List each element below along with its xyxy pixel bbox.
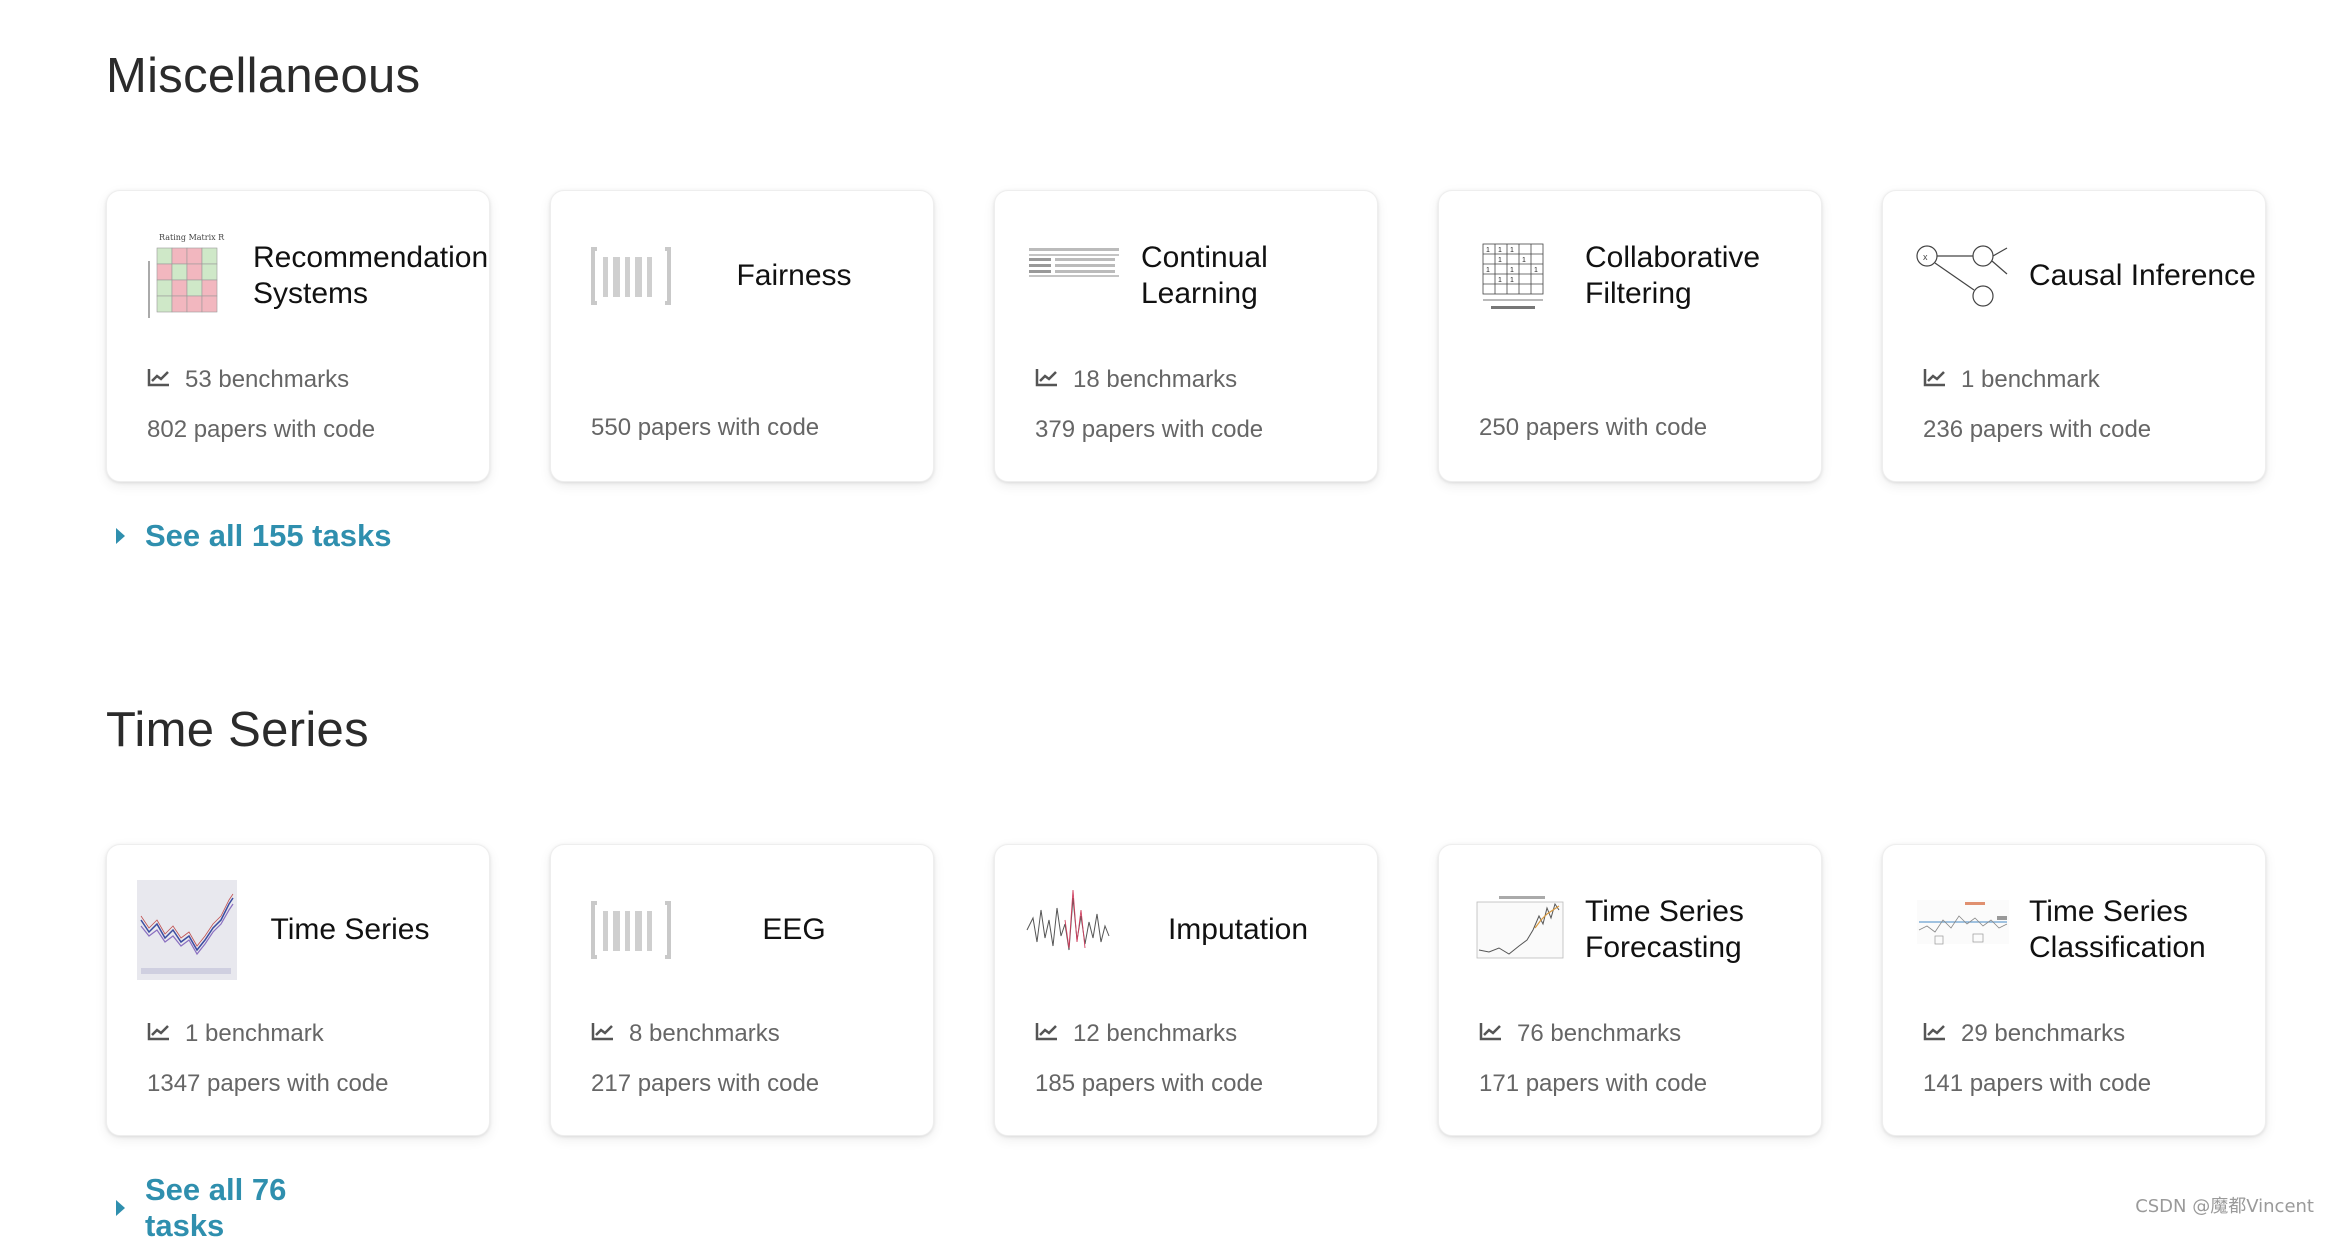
card-header: Continual Learning (1025, 221, 1371, 331)
task-card-fairness[interactable]: Fairness 550 papers with code (550, 190, 934, 482)
benchmarks-count: 8 benchmarks (591, 1020, 780, 1048)
task-name: Fairness (736, 259, 852, 292)
chart-line-icon (1035, 366, 1059, 394)
watermark: CSDN @魔都Vincent (2135, 1196, 2314, 1217)
task-name: EEG (762, 913, 826, 946)
card-header: Rating Matrix R Recommendation Systems (137, 221, 488, 331)
card-header: Imputation (1025, 875, 1371, 985)
task-cards: Rating Matrix R Recommendation Systems 5… (106, 190, 2266, 482)
card-header: Time Series (137, 875, 483, 985)
svg-text:1: 1 (1510, 247, 1514, 254)
chart-line-icon (1923, 1020, 1947, 1048)
papers-count: 550 papers with code (591, 414, 820, 441)
task-name: Recommendation Systems (253, 241, 489, 310)
papers-count: 171 papers with code (1479, 1070, 1708, 1097)
benchmarks-count: 1 benchmark (1923, 366, 2100, 394)
card-header: Time Series Forecasting (1469, 875, 1815, 985)
papers-count: 802 papers with code (147, 416, 376, 443)
classification-plot-thumbnail (1913, 880, 2013, 980)
task-name: Continual Learning (1141, 241, 1268, 310)
task-name: Time Series Forecasting (1585, 895, 1744, 964)
see-all-tasks-link[interactable]: See all 76 tasks (116, 1172, 369, 1244)
papers-count: 250 papers with code (1479, 414, 1708, 441)
chart-line-icon (147, 366, 171, 394)
card-header: Fairness (581, 221, 927, 331)
svg-text:1: 1 (1510, 267, 1514, 274)
svg-text:1: 1 (1510, 277, 1514, 284)
papers-count: 217 papers with code (591, 1070, 820, 1097)
benchmarks-count: 1 benchmark (147, 1020, 324, 1048)
task-card-recommendation-systems[interactable]: Rating Matrix R Recommendation Systems 5… (106, 190, 490, 482)
caret-right-icon (116, 1200, 125, 1216)
see-all-label: See all 155 tasks (145, 518, 392, 553)
card-header: EEG (581, 875, 927, 985)
svg-text:1: 1 (1498, 277, 1502, 284)
benchmarks-label: 1 benchmark (1961, 366, 2100, 393)
task-cards: Time Series 1 benchmark 1347 papers with… (106, 844, 2266, 1136)
papers-count: 185 papers with code (1035, 1070, 1264, 1097)
benchmarks-label: 29 benchmarks (1961, 1020, 2126, 1047)
chart-line-icon (1035, 1020, 1059, 1048)
task-name: Collaborative Filtering (1585, 241, 1761, 310)
chart-line-icon (1923, 366, 1947, 394)
svg-text:1: 1 (1486, 247, 1490, 254)
forecast-plot-thumbnail (1469, 880, 1569, 980)
section-title: Time Series (106, 703, 369, 757)
svg-text:Rating Matrix R: Rating Matrix R (159, 233, 225, 242)
caret-right-icon (116, 528, 125, 544)
chart-line-icon (591, 1020, 615, 1048)
task-card-continual-learning[interactable]: Continual Learning 18 benchmarks 379 pap… (994, 190, 1378, 482)
task-card-time-series-classification[interactable]: Time Series Classification 29 benchmarks… (1882, 844, 2266, 1136)
svg-text:1: 1 (1534, 267, 1538, 274)
section-title: Miscellaneous (106, 49, 421, 103)
table-thumbnail (1025, 226, 1125, 326)
benchmarks-label: 76 benchmarks (1517, 1020, 1682, 1047)
benchmarks-count: 29 benchmarks (1923, 1020, 2125, 1048)
benchmarks-label: 1 benchmark (185, 1020, 324, 1047)
user-item-matrix-thumbnail: 1 1 1 1 1 1 1 1 1 1 (1469, 226, 1569, 326)
task-name: Time Series Classification (2029, 895, 2206, 964)
task-card-causal-inference[interactable]: x Causal Inference 1 benchmark 236 paper… (1882, 190, 2266, 482)
card-header: 1 1 1 1 1 1 1 1 1 1 Collaborative Filtering (1469, 221, 1815, 331)
task-card-time-series-forecasting[interactable]: Time Series Forecasting 76 benchmarks 17… (1438, 844, 1822, 1136)
svg-text:1: 1 (1498, 247, 1502, 254)
task-card-eeg[interactable]: EEG 8 benchmarks 217 papers with code (550, 844, 934, 1136)
papers-count: 379 papers with code (1035, 416, 1264, 443)
see-all-label: See all 76 tasks (145, 1172, 287, 1243)
benchmarks-label: 12 benchmarks (1073, 1020, 1238, 1047)
papers-count: 236 papers with code (1923, 416, 2152, 443)
benchmarks-count: 18 benchmarks (1035, 366, 1237, 394)
svg-text:1: 1 (1486, 267, 1490, 274)
papers-count: 141 papers with code (1923, 1070, 2152, 1097)
task-name: Imputation (1167, 913, 1309, 946)
benchmarks-count: 53 benchmarks (147, 366, 349, 394)
task-card-time-series[interactable]: Time Series 1 benchmark 1347 papers with… (106, 844, 490, 1136)
section-miscellaneous: Miscellaneous Rating Matrix R Recommenda… (106, 48, 2266, 553)
chart-line-icon (1479, 1020, 1503, 1048)
svg-text:x: x (1923, 252, 1928, 262)
papers-count: 1347 papers with code (147, 1070, 389, 1097)
barcode-placeholder-icon (581, 226, 681, 326)
signal-plot-thumbnail (1025, 880, 1125, 980)
card-header: x Causal Inference (1913, 221, 2259, 331)
task-name: Causal Inference (2029, 259, 2256, 292)
task-card-imputation[interactable]: Imputation 12 benchmarks 185 papers with… (994, 844, 1378, 1136)
chart-line-icon (147, 1020, 171, 1048)
benchmarks-label: 8 benchmarks (629, 1020, 780, 1047)
benchmarks-label: 18 benchmarks (1073, 366, 1238, 393)
task-name: Time Series (270, 913, 430, 946)
benchmarks-count: 76 benchmarks (1479, 1020, 1681, 1048)
time-series-plot-thumbnail (137, 880, 237, 980)
barcode-placeholder-icon (581, 880, 681, 980)
benchmarks-label: 53 benchmarks (185, 366, 350, 393)
task-card-collaborative-filtering[interactable]: 1 1 1 1 1 1 1 1 1 1 Collaborative Filtering 25… (1438, 190, 1822, 482)
rating-matrix-thumbnail: Rating Matrix R (137, 226, 237, 326)
benchmarks-count: 12 benchmarks (1035, 1020, 1237, 1048)
section-time-series: Time Series Time Series 1 benchmark 1347… (106, 702, 2266, 1243)
svg-text:1: 1 (1498, 257, 1502, 264)
card-header: Time Series Classification (1913, 875, 2259, 985)
svg-text:1: 1 (1522, 257, 1526, 264)
causal-graph-thumbnail: x (1913, 226, 2013, 326)
see-all-tasks-link[interactable]: See all 155 tasks (116, 518, 391, 554)
